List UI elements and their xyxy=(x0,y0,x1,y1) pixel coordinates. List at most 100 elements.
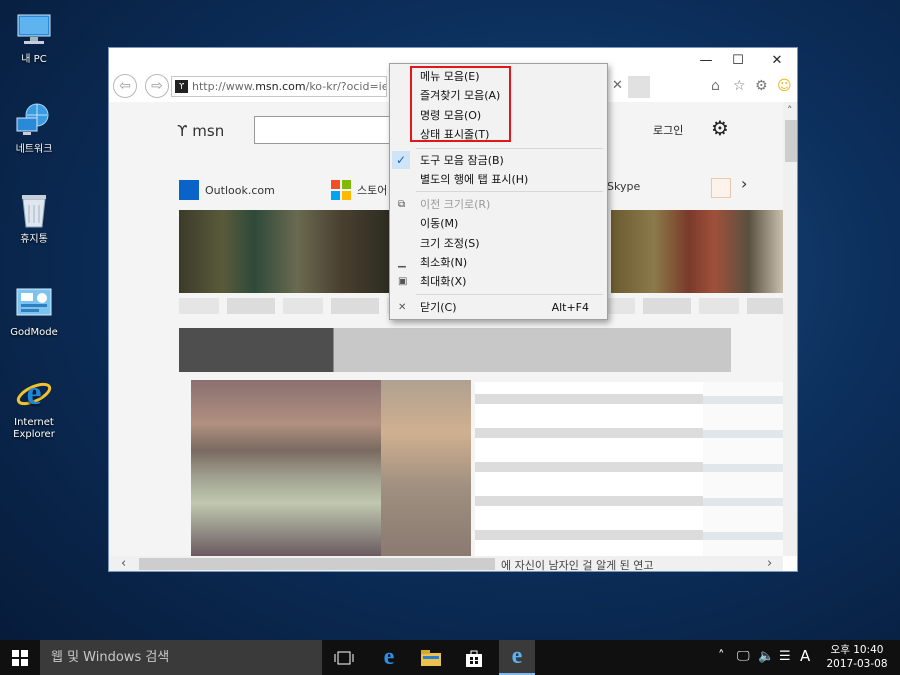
show-hidden-icons-chevron-icon[interactable]: ˄ xyxy=(718,649,725,664)
horizontal-scrollbar[interactable]: ‹ › 에 자신이 남자인 걸 알게 된 연고 xyxy=(109,556,783,571)
forward-arrow-icon[interactable]: ⇨ xyxy=(145,74,169,98)
volume-icon[interactable]: 🔈 xyxy=(758,649,774,664)
menu-item-label: 닫기(C) xyxy=(420,301,457,314)
address-bar[interactable]: ϒ http://www.msn.com/ko-kr/?ocid=iehp xyxy=(171,76,387,97)
quick-link-label: Outlook.com xyxy=(205,183,275,197)
menu-item-restore: ⧉ 이전 크기로(R) xyxy=(390,195,607,214)
task-view-icon[interactable] xyxy=(326,640,362,675)
menu-item-label: 최대화(X) xyxy=(420,275,467,288)
maximize-icon: ▣ xyxy=(398,276,408,287)
scroll-up-arrow-icon[interactable]: ˄ xyxy=(787,104,793,117)
desktop-icon-network[interactable]: 네트워크 xyxy=(8,100,60,156)
tools-gear-icon[interactable]: ⚙ xyxy=(755,78,768,94)
address-suffix: /ko-kr/?ocid=iehp xyxy=(305,80,386,93)
new-tab-button[interactable] xyxy=(628,76,650,98)
scroll-right-arrow-icon[interactable]: › xyxy=(767,556,772,571)
quick-link-outlook[interactable]: Outlook.com xyxy=(179,180,275,200)
menu-item-label: 도구 모음 잠금(B) xyxy=(420,154,504,167)
menu-item-label: 이전 크기로(R) xyxy=(420,198,491,211)
desktop-icon-internet-explorer[interactable]: e Internet Explorer xyxy=(8,373,60,441)
menu-item-label: 최소화(N) xyxy=(420,256,468,269)
network-tray-icon[interactable]: 🖵 xyxy=(737,649,750,664)
red-highlight-box xyxy=(410,66,511,142)
clock-time: 오후 10:40 xyxy=(830,644,884,656)
internet-explorer-icon: e xyxy=(14,373,54,413)
desktop-icon-this-pc[interactable]: 내 PC xyxy=(8,10,60,66)
computer-icon xyxy=(14,10,54,50)
news-image-top-right[interactable] xyxy=(611,210,783,293)
menu-item-lock-toolbars[interactable]: ✓ 도구 모음 잠금(B) xyxy=(390,151,607,170)
ime-indicator[interactable]: A xyxy=(800,647,810,665)
start-button[interactable] xyxy=(2,640,38,675)
desktop-icon-label: 휴지통 xyxy=(20,234,48,245)
minimize-icon: ▁ xyxy=(398,257,406,268)
menu-item-maximize[interactable]: ▣ 최대화(X) xyxy=(390,272,607,291)
chevron-right-icon[interactable]: › xyxy=(741,174,747,193)
desktop-icon-godmode[interactable]: GodMode xyxy=(8,283,60,339)
clock-date: 2017-03-08 xyxy=(826,658,888,670)
menu-separator xyxy=(416,294,603,295)
home-icon[interactable]: ⌂ xyxy=(711,78,720,94)
vertical-scrollbar[interactable]: ˄ xyxy=(783,102,797,556)
right-column-placeholder xyxy=(703,382,783,556)
login-link[interactable]: 로그인 xyxy=(653,122,683,138)
menu-item-accelerator: Alt+F4 xyxy=(551,301,589,314)
menu-item-show-tabs-separate-row[interactable]: 별도의 행에 탭 표시(H) xyxy=(390,170,607,189)
desktop-icon-recycle-bin[interactable]: 휴지통 xyxy=(8,190,60,246)
outlook-icon xyxy=(179,180,199,200)
menu-item-move[interactable]: 이동(M) xyxy=(390,214,607,233)
section-header-bar xyxy=(179,328,731,372)
menu-item-size[interactable]: 크기 조정(S) xyxy=(390,234,607,253)
recycle-bin-icon xyxy=(14,190,54,230)
tab-close-icon[interactable]: ✕ xyxy=(612,78,623,93)
office-icon[interactable] xyxy=(711,178,731,198)
msn-logo-text: msn xyxy=(192,122,225,140)
menu-item-label: 이동(M) xyxy=(420,217,459,230)
desktop-icon-label: Internet Explorer xyxy=(13,417,55,440)
minimize-button[interactable]: — xyxy=(693,52,719,70)
windows-store-icon xyxy=(331,180,351,200)
close-window-button[interactable]: ✕ xyxy=(764,52,790,70)
scroll-thumb-horizontal[interactable] xyxy=(139,558,495,570)
checkmark-icon: ✓ xyxy=(392,151,410,169)
feedback-smiley-icon[interactable]: ☺ xyxy=(777,78,792,94)
taskbar: 웹 및 Windows 검색 e e ˄ 🖵 🔈 ☰ A 오후 10:40 20… xyxy=(0,640,900,675)
close-icon: ✕ xyxy=(398,302,407,313)
taskbar-clock[interactable]: 오후 10:40 2017-03-08 xyxy=(826,643,888,671)
menu-item-minimize[interactable]: ▁ 최소화(N) xyxy=(390,253,607,272)
scroll-thumb[interactable] xyxy=(785,120,797,162)
article-image-blurred[interactable] xyxy=(381,380,471,556)
taskbar-internet-explorer-icon[interactable]: e xyxy=(499,640,535,675)
settings-gear-icon[interactable]: ⚙ xyxy=(711,116,729,140)
article-list-placeholder xyxy=(475,382,731,556)
quick-link-store[interactable]: 스토어 xyxy=(331,180,387,200)
quick-link-label: 스토어 xyxy=(357,184,388,197)
menu-item-close[interactable]: ✕ 닫기(C) Alt+F4 xyxy=(390,298,607,317)
maximize-button[interactable]: ☐ xyxy=(725,52,751,70)
control-panel-icon xyxy=(14,283,54,323)
desktop-icon-label: GodMode xyxy=(10,327,58,338)
taskbar-search-input[interactable]: 웹 및 Windows 검색 xyxy=(40,640,322,675)
msn-butterfly-icon: ϒ xyxy=(177,122,188,140)
svg-text:e: e xyxy=(26,375,41,412)
desktop-icon-label: 내 PC xyxy=(21,54,47,65)
action-center-icon[interactable]: ☰ xyxy=(779,649,791,664)
menu-separator xyxy=(416,148,603,149)
headline-fragment[interactable]: 에 자신이 남자인 걸 알게 된 연고 xyxy=(501,557,654,571)
news-image-top-left[interactable] xyxy=(179,210,394,293)
favorites-star-icon[interactable]: ☆ xyxy=(733,78,746,94)
scroll-left-arrow-icon[interactable]: ‹ xyxy=(121,556,126,571)
msn-search-input[interactable] xyxy=(254,116,394,144)
featured-image[interactable] xyxy=(191,380,387,556)
menu-item-label: 크기 조정(S) xyxy=(420,237,480,250)
back-arrow-icon[interactable]: ⇦ xyxy=(113,74,137,98)
desktop-icon-label: 네트워크 xyxy=(15,144,53,155)
quick-link-skype[interactable]: Skype xyxy=(607,180,640,193)
windows-logo-icon xyxy=(12,649,28,666)
store-bag-icon[interactable] xyxy=(456,640,492,675)
msn-logo[interactable]: ϒ msn xyxy=(177,122,224,140)
address-domain: msn.com xyxy=(255,80,306,93)
file-explorer-icon[interactable] xyxy=(413,640,449,675)
edge-browser-icon[interactable]: e xyxy=(371,640,407,675)
msn-favicon-icon: ϒ xyxy=(175,80,188,93)
